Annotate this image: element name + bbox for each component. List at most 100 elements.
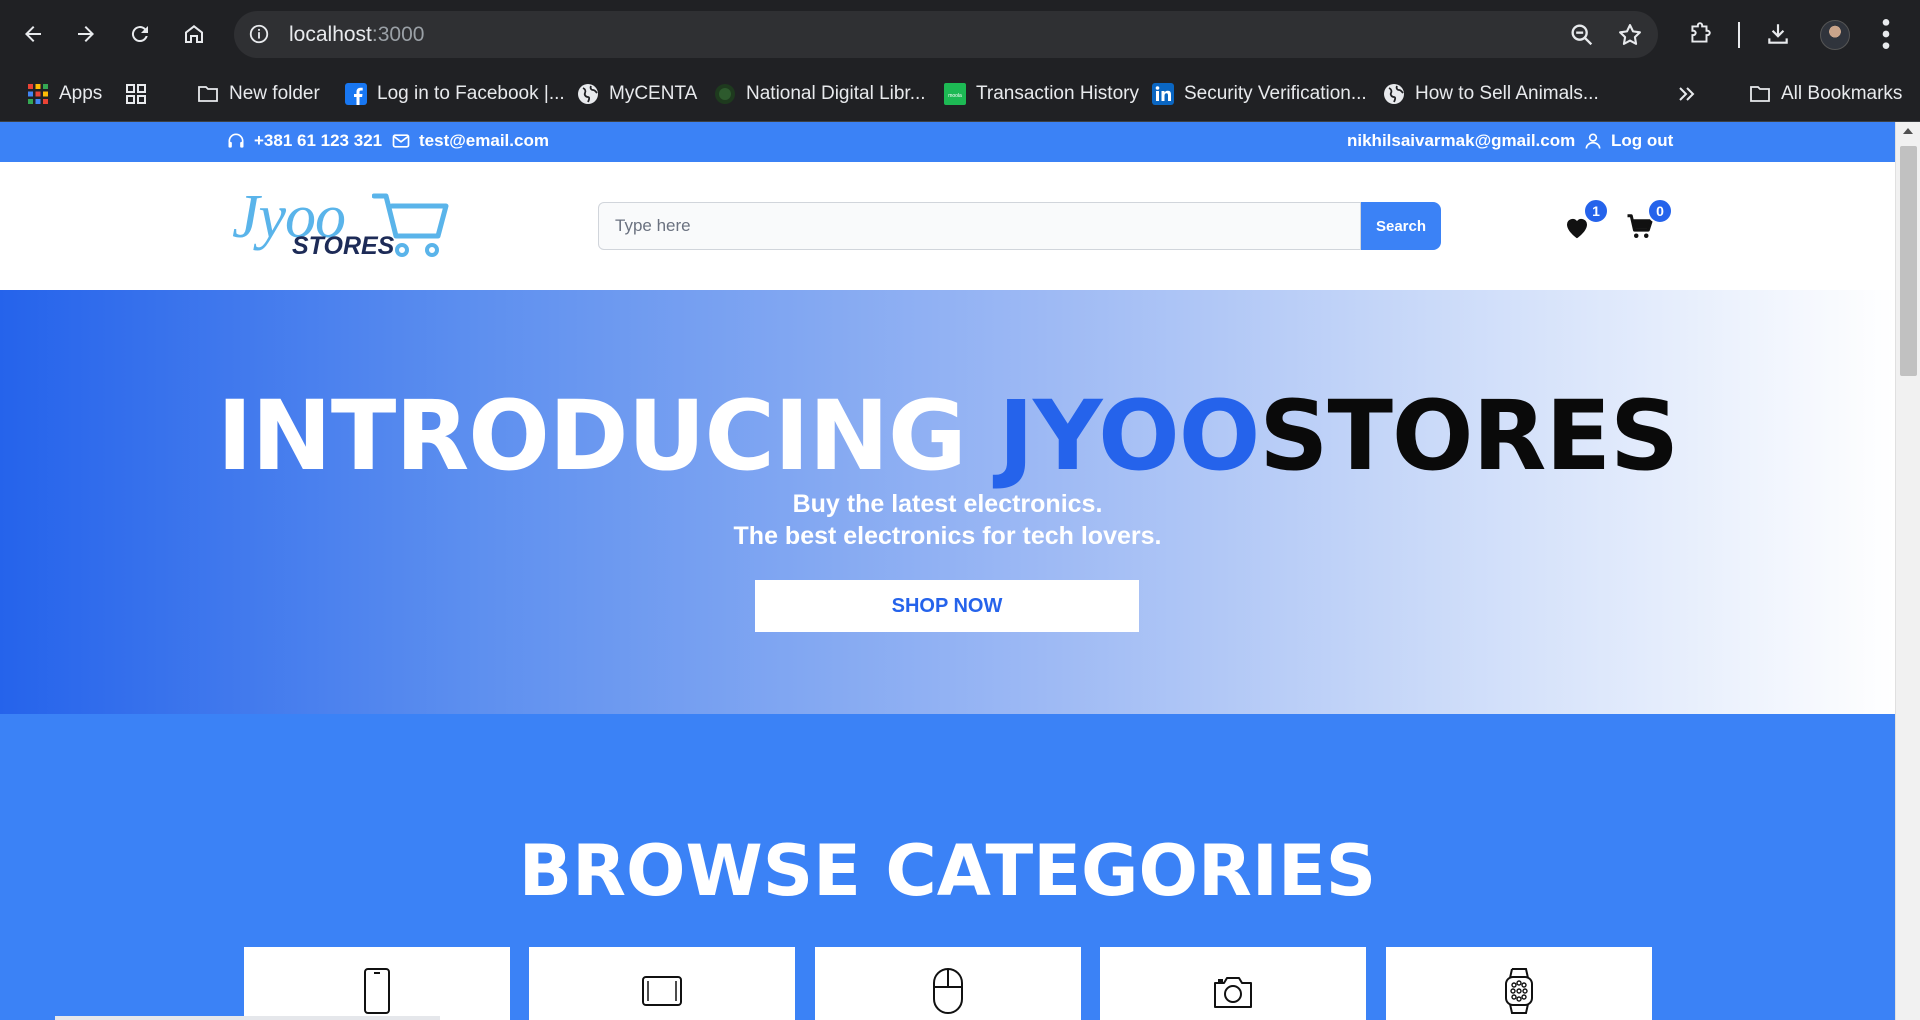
bookmarks-overflow-button[interactable] xyxy=(1676,79,1698,109)
wishlist-button[interactable]: 1 xyxy=(1562,198,1609,242)
download-icon xyxy=(1768,24,1788,44)
hero-subtitle-line2: The best electronics for tech lovers. xyxy=(733,522,1162,550)
cart-button[interactable]: 0 xyxy=(1625,198,1673,242)
category-card-phones[interactable] xyxy=(244,947,510,1020)
bookmark-national-digital-library[interactable]: National Digital Libr... xyxy=(714,79,926,109)
browser-toolbar: localhost:3000 xyxy=(0,0,1920,69)
user-email[interactable]: nikhilsaivarmak@gmail.com xyxy=(1347,131,1575,151)
home-icon xyxy=(185,25,203,43)
mail-icon xyxy=(392,134,410,148)
horizontal-scroll-indicator xyxy=(55,1016,440,1020)
bookmark-label: New folder xyxy=(229,83,320,104)
site-info-icon[interactable] xyxy=(248,23,270,45)
address-bar[interactable]: localhost:3000 xyxy=(234,11,1658,58)
logout-label: Log out xyxy=(1611,131,1674,150)
bookmark-label: Security Verification... xyxy=(1184,83,1367,104)
profile-avatar[interactable] xyxy=(1820,20,1850,50)
puzzle-icon xyxy=(1691,22,1711,43)
logout-link[interactable]: Log out xyxy=(1583,131,1673,151)
bookmark-label: MyCENTA xyxy=(609,83,698,104)
toolbar-divider xyxy=(1738,22,1740,48)
tablet-icon xyxy=(642,976,682,1006)
site-logo[interactable]: Jyoo STORES xyxy=(232,183,450,264)
bookmarks-bar: Apps New folder Log in to Facebook |... … xyxy=(0,69,1920,173)
bookmark-label: Log in to Facebook |... xyxy=(377,83,565,104)
downloads-button[interactable] xyxy=(1758,14,1798,54)
globe-icon xyxy=(1383,83,1405,105)
hero-subtitle-line1: Buy the latest electronics. xyxy=(792,490,1103,518)
web-page: +381 61 123 321 test@email.com nikhilsai… xyxy=(0,122,1895,1020)
hero-banner: INTRODUCING JYOOSTORES Buy the latest el… xyxy=(0,290,1895,714)
extensions-button[interactable] xyxy=(1680,14,1720,54)
arrow-right-icon xyxy=(78,26,94,42)
ndl-icon xyxy=(714,83,736,105)
reload-button[interactable] xyxy=(120,14,160,54)
bookmark-star-icon[interactable] xyxy=(1616,21,1644,49)
site-header: Jyoo STORES Search 1 0 xyxy=(0,162,1895,290)
moola-icon: moola xyxy=(944,83,966,105)
smartwatch-icon xyxy=(1505,968,1533,1014)
smartphone-icon xyxy=(364,968,390,1014)
apps-grid-icon xyxy=(27,83,49,105)
logo-cart-icon xyxy=(372,193,449,257)
email-contact[interactable]: test@email.com xyxy=(391,131,549,151)
browser-menu-button[interactable] xyxy=(1866,14,1906,54)
url-text[interactable]: localhost:3000 xyxy=(289,23,424,47)
search-button[interactable]: Search xyxy=(1361,202,1441,250)
reload-icon xyxy=(131,26,148,43)
shop-now-button[interactable]: SHOP NOW xyxy=(755,580,1139,632)
bookmark-label: Transaction History xyxy=(976,83,1139,104)
scrollbar-thumb[interactable] xyxy=(1900,146,1917,376)
bookmark-label: National Digital Libr... xyxy=(746,83,926,104)
scroll-up-arrow-icon[interactable] xyxy=(1903,128,1913,134)
bookmark-security-verification[interactable]: Security Verification... xyxy=(1152,79,1367,109)
category-card-cameras[interactable] xyxy=(1100,947,1366,1020)
search-input[interactable] xyxy=(598,202,1361,250)
facebook-icon xyxy=(345,83,367,105)
cart-count-badge: 0 xyxy=(1647,198,1673,224)
bookmark-tab-groups[interactable] xyxy=(125,79,147,109)
categories-title: BROWSE CATEGORIES xyxy=(518,830,1377,912)
headphones-icon xyxy=(228,133,244,148)
mouse-icon xyxy=(933,968,963,1014)
bookmark-mycenta[interactable]: MyCENTA xyxy=(577,79,697,109)
bookmark-all-bookmarks[interactable]: All Bookmarks xyxy=(1749,79,1902,109)
camera-icon xyxy=(1214,977,1252,1008)
bookmark-label: All Bookmarks xyxy=(1781,83,1903,104)
folder-icon xyxy=(1749,83,1771,105)
hero-title-stores: STORES xyxy=(1259,380,1679,492)
user-email-text: nikhilsaivarmak@gmail.com xyxy=(1347,131,1576,150)
back-button[interactable] xyxy=(13,14,53,54)
url-host: localhost xyxy=(289,23,372,46)
bookmark-label: Apps xyxy=(59,83,103,104)
linkedin-icon xyxy=(1152,83,1174,105)
arrow-left-icon xyxy=(25,26,41,42)
contact-topbar: +381 61 123 321 test@email.com nikhilsai… xyxy=(0,122,1895,162)
bookmark-how-to-sell-animals[interactable]: How to Sell Animals... xyxy=(1383,79,1599,109)
tab-groups-icon xyxy=(125,83,147,105)
globe-icon xyxy=(577,83,599,105)
phone-number: +381 61 123 321 xyxy=(254,131,383,150)
forward-button[interactable] xyxy=(66,14,106,54)
category-card-tablets[interactable] xyxy=(529,947,795,1020)
folder-icon xyxy=(197,83,219,105)
hero-title-introducing: INTRODUCING xyxy=(216,380,999,492)
wishlist-count-badge: 1 xyxy=(1583,198,1609,224)
zoom-icon[interactable] xyxy=(1568,21,1596,49)
home-button[interactable] xyxy=(174,14,214,54)
bookmark-label: How to Sell Animals... xyxy=(1415,83,1599,104)
category-card-accessories[interactable] xyxy=(815,947,1081,1020)
bookmark-transaction-history[interactable]: moola Transaction History xyxy=(944,79,1139,109)
hero-title-jyoo: JYOO xyxy=(998,380,1260,492)
category-card-smartwatches[interactable] xyxy=(1386,947,1652,1020)
bookmark-apps[interactable]: Apps xyxy=(27,79,102,109)
svg-text:moola: moola xyxy=(948,93,962,99)
user-icon xyxy=(1585,133,1601,149)
bookmark-facebook[interactable]: Log in to Facebook |... xyxy=(345,79,565,109)
url-port: :3000 xyxy=(371,23,425,46)
page-scrollbar[interactable] xyxy=(1895,122,1920,1020)
kebab-menu-icon xyxy=(1882,19,1890,49)
chevron-double-right-icon xyxy=(1676,83,1698,105)
phone-contact[interactable]: +381 61 123 321 xyxy=(226,131,382,151)
bookmark-new-folder[interactable]: New folder xyxy=(197,79,320,109)
